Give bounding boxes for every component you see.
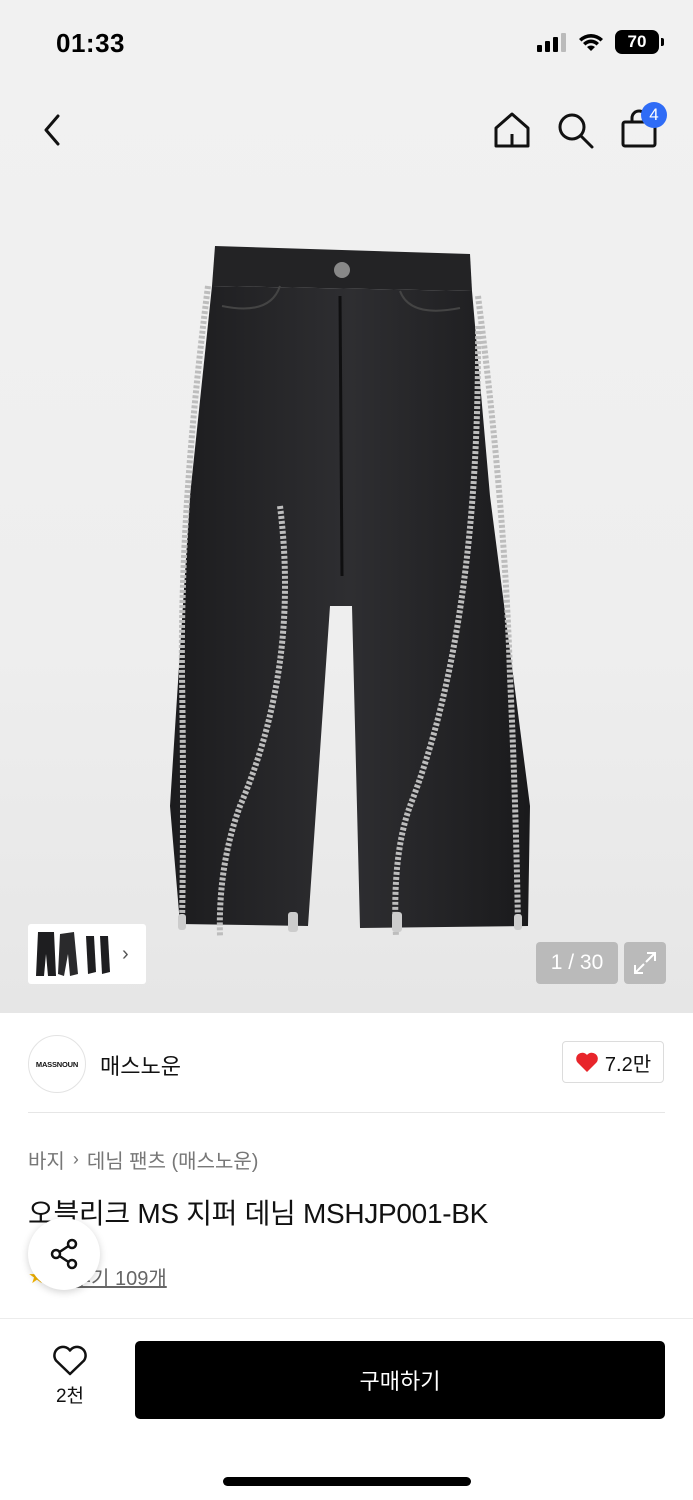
status-time: 01:33 [56, 28, 125, 58]
brand-name[interactable]: 매스노운 [100, 1049, 181, 1081]
search-button[interactable] [553, 108, 597, 152]
cellular-signal-icon [537, 33, 566, 52]
heart-outline-icon [53, 1345, 87, 1376]
chevron-left-icon [44, 114, 60, 146]
brand-like-button[interactable]: 7.2만 [562, 1041, 664, 1083]
battery-level: 70 [627, 32, 647, 51]
thumbnail-image[interactable] [34, 928, 116, 980]
back-button[interactable] [30, 108, 74, 152]
brand-logo[interactable]: MASSNOUN [28, 1035, 86, 1093]
thumbnail-chevron-icon: › [122, 942, 129, 965]
battery-indicator: 70 [615, 30, 664, 54]
divider [28, 1112, 665, 1113]
home-indicator[interactable] [223, 1477, 471, 1486]
expand-icon [634, 952, 656, 974]
breadcrumb-category[interactable]: 바지 [28, 1145, 65, 1174]
search-icon [558, 113, 594, 149]
image-counter: 1 / 30 [536, 942, 618, 984]
product-title: 오블리크 MS 지퍼 데님 MSHJP001-BK [28, 1198, 488, 1229]
wishlist-button[interactable]: 2천 [38, 1345, 102, 1415]
product-image[interactable] [160, 246, 540, 946]
expand-button[interactable] [624, 942, 666, 984]
wishlist-count: 2천 [55, 1386, 85, 1407]
status-indicators: 70 [537, 30, 664, 54]
brand-like-count: 7.2만 [604, 1053, 652, 1076]
wifi-icon [579, 34, 603, 51]
product-gallery[interactable]: 4 › 1 / 30 [0, 88, 693, 1013]
bottom-action-bar: 2천 구매하기 [0, 1318, 693, 1500]
heart-filled-icon [576, 1052, 598, 1072]
breadcrumb-subcategory[interactable]: 데님 팬츠 (매스노운) [87, 1145, 259, 1174]
thumbnail-strip[interactable]: › [28, 924, 146, 984]
home-button[interactable] [490, 108, 534, 152]
home-icon [494, 112, 530, 148]
breadcrumb: 바지 › 데님 팬츠 (매스노운) [28, 1145, 258, 1174]
share-button[interactable] [28, 1218, 100, 1290]
brand-logo-text: MASSNOUN [35, 1059, 79, 1069]
cart-count-badge: 4 [641, 102, 667, 128]
cart-button[interactable]: 4 [617, 102, 667, 152]
buy-button[interactable]: 구매하기 [135, 1341, 665, 1419]
chevron-right-icon: › [72, 1149, 79, 1169]
brand-row[interactable]: MASSNOUN 매스노운 7.2만 [0, 1013, 693, 1113]
share-icon [50, 1238, 78, 1270]
status-bar: 01:33 70 [0, 0, 693, 88]
